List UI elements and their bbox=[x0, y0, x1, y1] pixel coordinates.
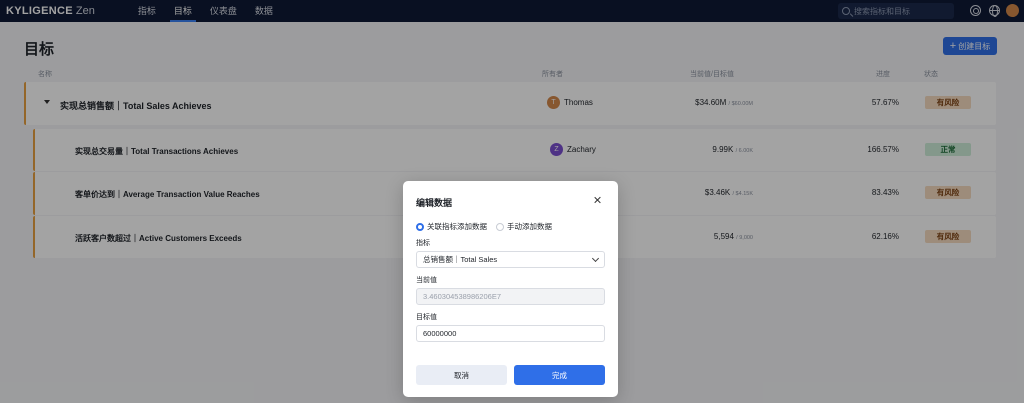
edit-data-modal: 编辑数据 关联指标添加数据 手动添加数据 指标 总销售额｜Total Sales… bbox=[403, 181, 618, 397]
radio-linked-metric[interactable]: 关联指标添加数据 bbox=[416, 221, 487, 232]
target-value-input[interactable] bbox=[416, 325, 605, 342]
target-value-label: 目标值 bbox=[416, 314, 437, 321]
radio-manual[interactable]: 手动添加数据 bbox=[496, 221, 552, 232]
close-icon[interactable] bbox=[593, 195, 603, 205]
modal-title: 编辑数据 bbox=[416, 198, 453, 208]
done-button[interactable]: 完成 bbox=[514, 365, 605, 385]
current-value-field: 3.460304538986206E7 bbox=[416, 288, 605, 305]
metric-select[interactable]: 总销售额｜Total Sales bbox=[416, 251, 605, 268]
chevron-down-icon bbox=[591, 254, 600, 262]
radio-checked-icon bbox=[416, 222, 424, 231]
current-value-label: 当前值 bbox=[416, 277, 437, 284]
radio-label: 手动添加数据 bbox=[507, 222, 552, 231]
radio-label: 关联指标添加数据 bbox=[427, 222, 487, 231]
radio-unchecked-icon bbox=[496, 222, 504, 231]
metric-select-value: 总销售额｜Total Sales bbox=[423, 255, 498, 264]
metric-label: 指标 bbox=[416, 240, 430, 247]
cancel-button[interactable]: 取消 bbox=[416, 365, 507, 385]
data-source-radio-group: 关联指标添加数据 手动添加数据 bbox=[416, 221, 561, 232]
